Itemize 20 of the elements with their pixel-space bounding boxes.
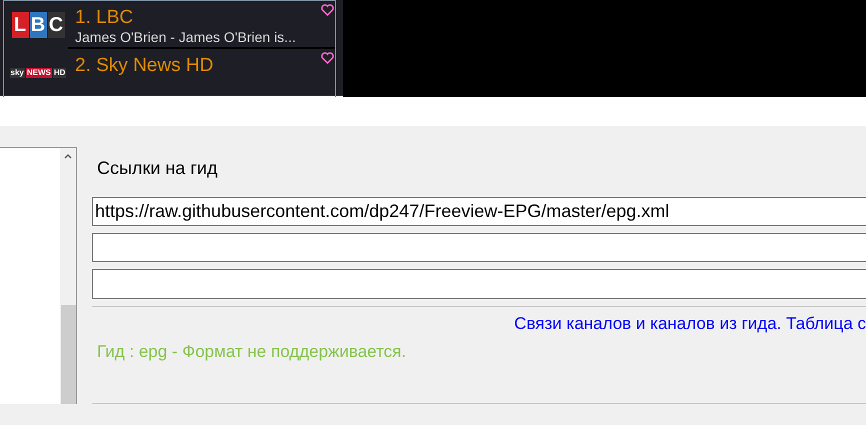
url-field[interactable] xyxy=(92,233,866,262)
logo-letters: HD xyxy=(52,68,66,78)
scroll-up-icon[interactable] xyxy=(64,154,72,159)
logo-letters: C xyxy=(48,12,64,38)
logo-letters: NEWS xyxy=(26,68,52,78)
section-heading: Ссылки на гид xyxy=(97,157,218,180)
logo-letters: sky xyxy=(10,68,25,78)
url-field[interactable] xyxy=(92,269,866,299)
status-message: Гид : epg - Формат не поддерживается. xyxy=(97,340,406,363)
url-field[interactable]: https://raw.githubusercontent.com/dp247/Freeview-EPG/master/epg.xml xyxy=(92,197,866,226)
mapping-link[interactable]: Связи каналов и каналов из гида. Таблица с xyxy=(514,311,866,339)
channel-title[interactable]: 1. LBC xyxy=(75,7,134,29)
heart-icon[interactable] xyxy=(321,4,334,16)
heart-icon[interactable] xyxy=(321,52,334,64)
channel-title[interactable]: 2. Sky News HD xyxy=(75,55,214,77)
scrollbar[interactable] xyxy=(60,148,76,404)
logo-letters: B xyxy=(30,12,46,38)
program-description: James O'Brien - James O'Brien is... xyxy=(75,29,296,45)
scroll-thumb[interactable] xyxy=(60,305,76,404)
logo-letters: L xyxy=(12,12,28,38)
